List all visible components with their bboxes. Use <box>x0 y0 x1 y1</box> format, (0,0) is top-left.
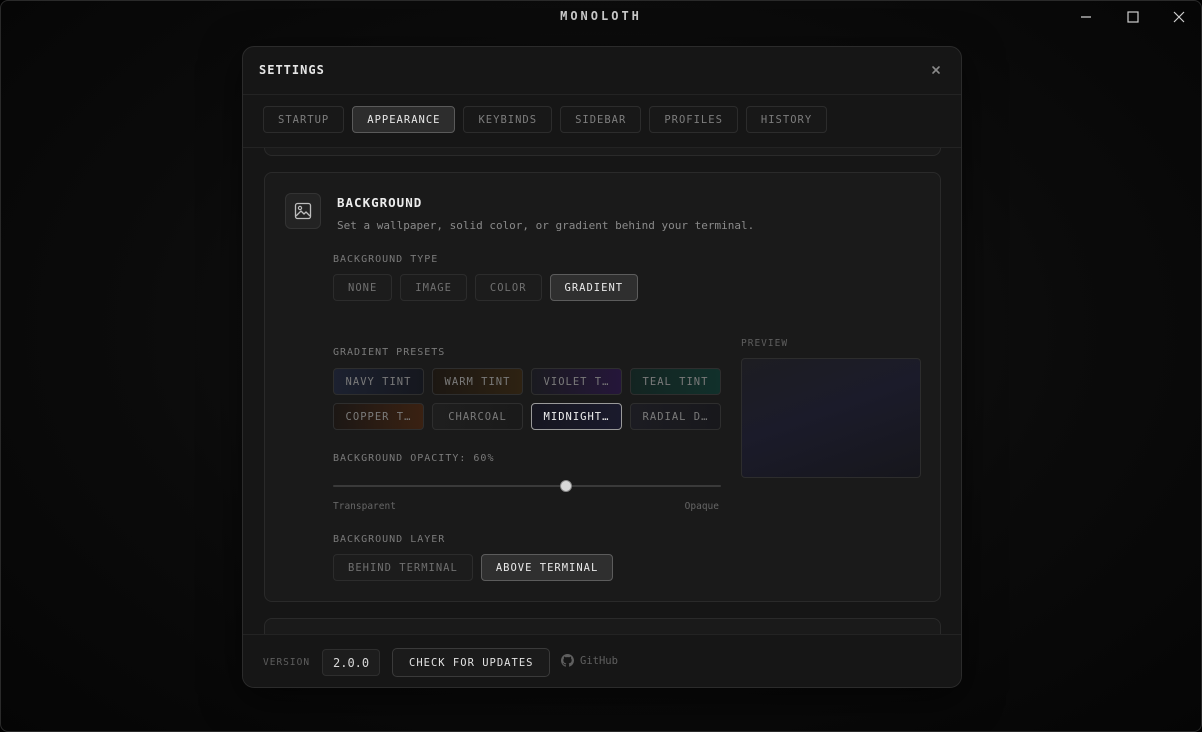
preset-teal-tint-button[interactable]: TEAL TINT <box>630 368 721 395</box>
background-type-label: BACKGROUND TYPE <box>333 254 439 265</box>
tab-sidebar[interactable]: SIDEBAR <box>560 106 642 133</box>
tab-keybinds[interactable]: KEYBINDS <box>463 106 553 133</box>
modal-header: SETTINGS <box>243 47 961 95</box>
window-close-button[interactable] <box>1168 7 1190 27</box>
layer-behind-terminal-button[interactable]: BEHIND TERMINAL <box>333 554 473 581</box>
github-label: GitHub <box>580 654 618 667</box>
github-link[interactable]: GitHub <box>561 654 618 667</box>
tab-startup[interactable]: STARTUP <box>263 106 345 133</box>
previous-section-card <box>264 148 941 156</box>
slider-min-label: Transparent <box>333 501 396 512</box>
modal-footer: VERSION 2.0.0 CHECK FOR UPDATES GitHub <box>243 634 961 687</box>
layer-above-terminal-button[interactable]: ABOVE TERMINAL <box>480 554 614 581</box>
minimize-icon <box>1081 16 1091 18</box>
maximize-button[interactable] <box>1122 7 1144 27</box>
background-icon-box <box>285 193 321 229</box>
type-color-button[interactable]: COLOR <box>474 274 542 301</box>
type-image-button[interactable]: IMAGE <box>400 274 467 301</box>
version-badge: 2.0.0 <box>322 649 381 676</box>
section-description: Set a wallpaper, solid color, or gradien… <box>337 219 755 232</box>
section-title: BACKGROUND <box>337 195 423 210</box>
type-gradient-button[interactable]: GRADIENT <box>549 274 639 301</box>
gradient-presets: NAVY TINT WARM TINT VIOLET T… TEAL TINT COPP… <box>333 368 723 430</box>
gradient-preview <box>741 358 921 478</box>
app-window: MONOLOTH SETTINGS STARTUP APPEARANCE KEYBI… <box>0 0 1202 732</box>
close-icon <box>1173 11 1185 23</box>
version-label: VERSION <box>263 657 311 668</box>
preset-midnight-button[interactable]: MIDNIGHT… <box>531 403 622 430</box>
settings-content[interactable]: BACKGROUND Set a wallpaper, solid color,… <box>243 147 961 634</box>
settings-tabs: STARTUP APPEARANCE KEYBINDS SIDEBAR PROFILES… <box>263 106 828 134</box>
preset-navy-tint-button[interactable]: NAVY TINT <box>333 368 424 395</box>
settings-modal: SETTINGS STARTUP APPEARANCE KEYBINDS SIDEBA… <box>242 46 962 688</box>
slider-max-label: Opaque <box>684 501 719 512</box>
background-layer-label: BACKGROUND LAYER <box>333 534 446 545</box>
next-section-card <box>264 618 941 634</box>
titlebar[interactable]: MONOLOTH <box>1 1 1201 32</box>
opacity-label: BACKGROUND OPACITY: 60% <box>333 453 495 464</box>
opacity-slider-thumb[interactable] <box>559 480 572 492</box>
tab-history[interactable]: HISTORY <box>745 106 828 133</box>
gradient-presets-label: GRADIENT PRESETS <box>333 347 446 358</box>
github-icon <box>561 654 574 667</box>
type-none-button[interactable]: NONE <box>333 274 393 301</box>
close-icon <box>932 66 940 74</box>
tab-appearance[interactable]: APPEARANCE <box>352 106 456 133</box>
modal-close-button[interactable] <box>927 61 945 79</box>
background-section: BACKGROUND Set a wallpaper, solid color,… <box>264 172 941 602</box>
preset-radial-d-button[interactable]: RADIAL D… <box>630 403 721 430</box>
background-layer-options: BEHIND TERMINAL ABOVE TERMINAL <box>333 554 614 581</box>
preset-violet-t-button[interactable]: VIOLET T… <box>531 368 622 395</box>
background-type-options: NONE IMAGE COLOR GRADIENT <box>333 274 639 301</box>
preset-charcoal-button[interactable]: CHARCOAL <box>432 403 523 430</box>
image-icon <box>294 202 312 220</box>
app-title: MONOLOTH <box>560 9 642 23</box>
tab-profiles[interactable]: PROFILES <box>649 106 738 133</box>
modal-title: SETTINGS <box>259 63 325 77</box>
check-updates-button[interactable]: CHECK FOR UPDATES <box>392 648 551 677</box>
preset-copper-t-button[interactable]: COPPER T… <box>333 403 424 430</box>
maximize-icon <box>1127 11 1139 23</box>
preview-label: PREVIEW <box>741 338 789 349</box>
opacity-slider[interactable] <box>333 480 721 492</box>
preset-warm-tint-button[interactable]: WARM TINT <box>432 368 523 395</box>
minimize-button[interactable] <box>1075 7 1097 27</box>
